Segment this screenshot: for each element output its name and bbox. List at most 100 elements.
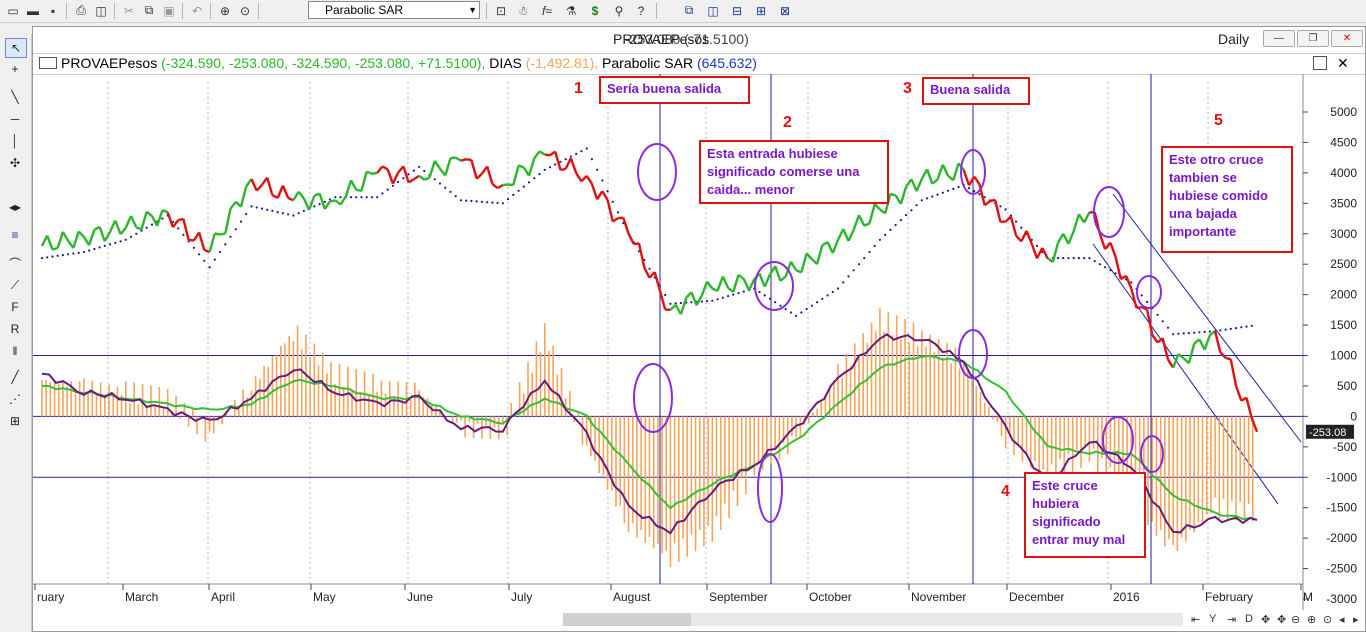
- scroll-right-icon[interactable]: ▸: [1353, 613, 1359, 626]
- y-tick-label: 4000: [1330, 166, 1357, 180]
- tile-vertical-icon[interactable]: ◫: [704, 2, 722, 19]
- annotation-number-5: 5: [1214, 112, 1223, 129]
- formula-icon[interactable]: f≈: [538, 2, 556, 19]
- open-folder-icon[interactable]: ▬: [24, 2, 42, 19]
- speed-line-icon[interactable]: ╱: [5, 368, 25, 386]
- price-segment: [1062, 233, 1070, 245]
- binoculars-icon[interactable]: ⚲: [610, 2, 628, 19]
- arc-icon[interactable]: ⌒: [5, 254, 25, 272]
- pointer-icon[interactable]: ↖: [5, 38, 27, 58]
- new-file-icon[interactable]: ▭: [4, 2, 22, 19]
- horizontal-scrollbar[interactable]: ⇤ Y ⇥ D ✥ ✥ ⊖ ⊕ ⊙ ◂ ▸: [33, 610, 1365, 630]
- annotation-number-4: 4: [1001, 483, 1010, 500]
- paste-icon[interactable]: ▣: [160, 2, 178, 19]
- daily-icon[interactable]: D: [1245, 613, 1253, 625]
- expert-icon[interactable]: ☃: [514, 2, 532, 19]
- help-icon[interactable]: ?: [632, 2, 650, 19]
- lock-icon[interactable]: ⊡: [492, 2, 510, 19]
- scroll-arrows-icon[interactable]: ◂▸: [5, 198, 25, 216]
- price-segment: [162, 209, 169, 214]
- highlight-ellipse: [1136, 275, 1162, 309]
- horizontal-line-icon[interactable]: ─: [5, 110, 25, 128]
- dollar-icon[interactable]: $: [586, 2, 604, 19]
- print-icon[interactable]: ⎙: [72, 2, 90, 19]
- pan-icon[interactable]: ✥: [1277, 613, 1286, 626]
- undo-icon[interactable]: ↶: [188, 2, 206, 19]
- close-button[interactable]: ✕: [1331, 30, 1363, 47]
- sar-dot: [459, 199, 463, 202]
- fan-icon[interactable]: ⟋: [5, 276, 25, 294]
- cross-line-icon[interactable]: ✣: [5, 154, 25, 172]
- price-segment: [815, 244, 824, 265]
- sar-dot: [438, 182, 442, 185]
- maximize-pane-icon[interactable]: [1313, 56, 1327, 70]
- scroll-thumb[interactable]: [563, 613, 691, 626]
- move-icon[interactable]: ✥: [1261, 613, 1270, 626]
- crosshair-tool-icon[interactable]: +: [5, 60, 25, 78]
- sar-dot: [129, 235, 133, 238]
- sar-dot: [1145, 300, 1149, 303]
- scroll-end-icon[interactable]: ⇥: [1227, 613, 1236, 626]
- tile-grid-icon[interactable]: ⊞: [752, 2, 770, 19]
- sar-dot: [1114, 272, 1117, 275]
- price-segment: [779, 275, 787, 282]
- vertical-line-icon[interactable]: │: [5, 132, 25, 150]
- price-segment: [496, 183, 504, 190]
- copy-icon[interactable]: ⧉: [140, 2, 158, 19]
- y-tick-label: -1000: [1326, 470, 1357, 484]
- cascade-icon[interactable]: ⧉: [680, 2, 698, 19]
- save-icon[interactable]: ▪: [44, 2, 62, 19]
- parallel-lines-icon[interactable]: ≡: [5, 226, 25, 244]
- sar-dot: [543, 168, 546, 171]
- minimize-button[interactable]: —: [1263, 30, 1295, 47]
- arrange-icon[interactable]: ⊠: [776, 2, 794, 19]
- sar-dot: [407, 173, 410, 176]
- zoom-in-icon[interactable]: ⊕: [1307, 613, 1316, 626]
- price-segment: [297, 191, 305, 200]
- gann-fan-icon[interactable]: ⋰: [5, 390, 25, 408]
- price-segment: [1225, 356, 1232, 361]
- price-segment: [77, 230, 85, 238]
- sar-dot: [559, 160, 562, 163]
- sar-dot: [323, 200, 326, 203]
- price-segment: [486, 166, 494, 185]
- sar-dot: [737, 292, 740, 295]
- price-segment: [1035, 247, 1044, 259]
- tile-horizontal-icon[interactable]: ⊟: [728, 2, 746, 19]
- study-select[interactable]: Parabolic SAR ▼: [308, 1, 480, 19]
- sar-dot: [208, 266, 211, 269]
- price-segment: [983, 200, 991, 207]
- scroll-left-icon[interactable]: ◂: [1339, 613, 1345, 626]
- trendline-icon[interactable]: ╲: [5, 88, 25, 106]
- print-preview-icon[interactable]: ◫: [92, 2, 110, 19]
- optimize-icon[interactable]: ⚗: [562, 2, 580, 19]
- sar-dot: [276, 211, 279, 214]
- retracement-icon[interactable]: R: [5, 320, 25, 338]
- legend-ind1-value: (-1,492.81),: [525, 55, 599, 71]
- sar-dot: [103, 244, 106, 247]
- restore-button[interactable]: ❐: [1297, 30, 1329, 47]
- scroll-start-year-icon[interactable]: Y: [1209, 613, 1216, 625]
- chart-settings-icon[interactable]: ⊙: [1323, 613, 1332, 626]
- sar-dot: [1161, 320, 1164, 323]
- price-segment: [952, 162, 960, 181]
- close-pane-icon[interactable]: ✕: [1337, 54, 1349, 72]
- cut-icon[interactable]: ✂: [120, 2, 138, 19]
- fibonacci-icon[interactable]: F: [5, 298, 25, 316]
- sar-dot: [98, 246, 101, 249]
- zoom-icon[interactable]: ⊙: [236, 2, 254, 19]
- grid-icon[interactable]: ⊞: [5, 412, 25, 430]
- price-segment: [622, 217, 630, 235]
- scroll-start-icon[interactable]: ⇤: [1191, 613, 1200, 626]
- sar-dot: [857, 263, 861, 266]
- sar-dot: [868, 250, 871, 254]
- sar-dot: [145, 226, 148, 229]
- crosshair-icon[interactable]: ⊕: [216, 2, 234, 19]
- last-value-text: -253.08: [1309, 427, 1346, 439]
- price-segment: [465, 158, 472, 162]
- sar-dot: [114, 241, 117, 244]
- cycle-lines-icon[interactable]: ‖: [5, 342, 25, 360]
- sar-dot: [758, 290, 761, 294]
- sar-dot: [847, 275, 850, 278]
- zoom-out-icon[interactable]: ⊖: [1291, 613, 1300, 626]
